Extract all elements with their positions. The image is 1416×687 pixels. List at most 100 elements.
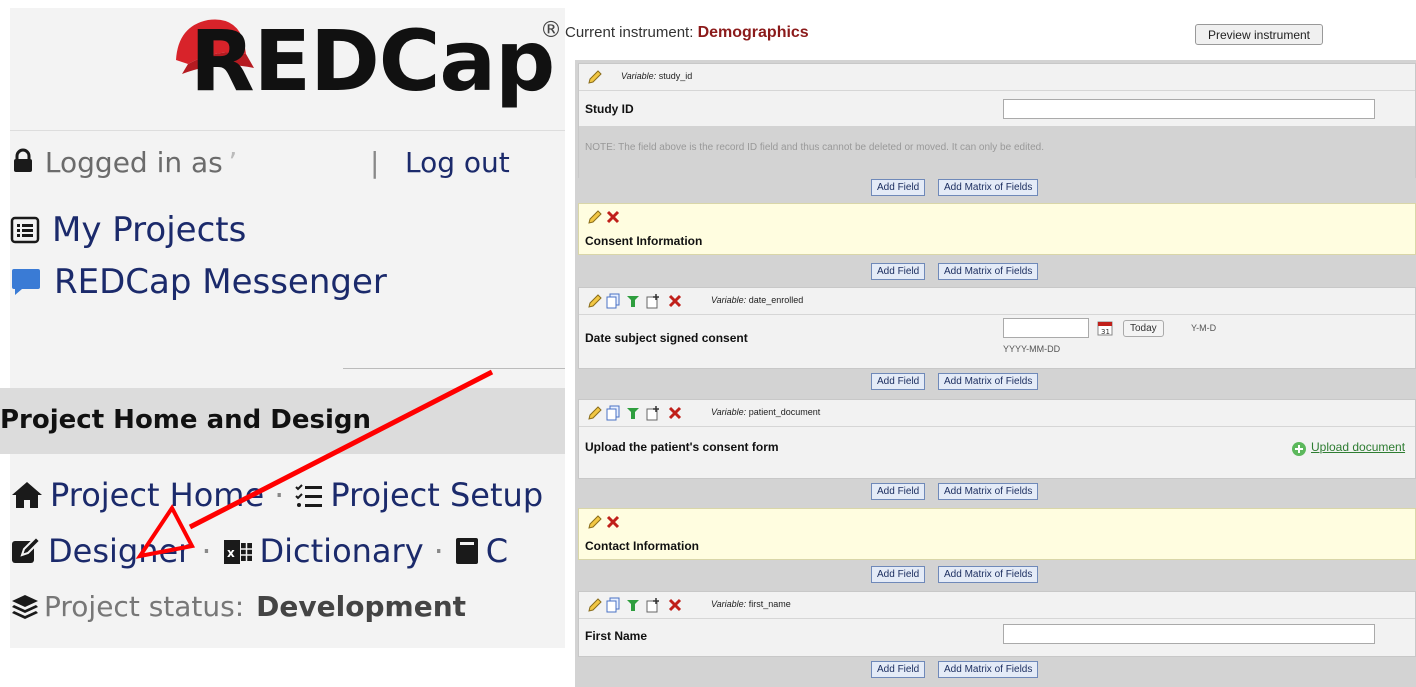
layers-icon: [12, 595, 38, 619]
logout-link[interactable]: Log out: [405, 146, 510, 179]
variable-label: Variable: study_id: [621, 71, 693, 81]
delete-icon[interactable]: [605, 209, 621, 225]
delete-icon[interactable]: [667, 405, 683, 421]
preview-instrument-button[interactable]: Preview instrument: [1195, 24, 1323, 45]
project-home-link[interactable]: Project Home: [50, 476, 264, 514]
calendar-icon[interactable]: 31: [1097, 320, 1113, 336]
checklist-icon: [295, 484, 323, 507]
date-format-label: YYYY-MM-DD: [1003, 344, 1061, 354]
pencil-icon[interactable]: [587, 69, 603, 85]
current-instrument-name: Demographics: [697, 24, 809, 41]
record-id-note: NOTE: The field above is the record ID f…: [585, 142, 1044, 153]
add-field-row: Add Field Add Matrix of Fields: [575, 566, 1416, 586]
field-label: Upload the patient's consent form: [585, 440, 779, 454]
messenger-label: REDCap Messenger: [54, 262, 387, 302]
pencil-icon[interactable]: [587, 293, 603, 309]
section-title: Project Home and Design: [0, 405, 372, 435]
add-field-row: Add Field Add Matrix of Fields: [575, 661, 1416, 681]
left-panel: REDCap ® Logged in as ’ | Log out My Pro…: [0, 0, 565, 687]
delete-icon[interactable]: [667, 597, 683, 613]
add-field-row: Add Field Add Matrix of Fields: [575, 179, 1416, 199]
project-status: Project status: Development: [10, 590, 466, 623]
field-label: Date subject signed consent: [585, 331, 748, 345]
project-setup-link[interactable]: Project Setup: [330, 476, 543, 514]
my-projects-link[interactable]: My Projects: [10, 210, 246, 250]
variable-label: Variable: patient_document: [711, 407, 821, 417]
date-input[interactable]: [1003, 318, 1089, 338]
field-header: Variable: date_enrolled: [579, 288, 1415, 315]
add-field-row: Add Field Add Matrix of Fields: [575, 263, 1416, 283]
field-block-study-id: Variable: study_id Study ID NOTE: The fi…: [578, 63, 1416, 179]
messenger-link[interactable]: REDCap Messenger: [10, 262, 387, 302]
my-projects-label: My Projects: [52, 210, 247, 250]
add-matrix-button[interactable]: Add Matrix of Fields: [938, 373, 1039, 390]
designer-link[interactable]: Designer: [48, 532, 191, 570]
add-field-button[interactable]: Add Field: [871, 179, 926, 196]
today-button[interactable]: Today: [1123, 320, 1164, 337]
status-label: Project status:: [44, 590, 245, 623]
section-header-icons: [579, 204, 1415, 226]
project-links-row-2: Designer · x Dictionary · C: [10, 532, 508, 570]
branching-logic-icon[interactable]: [625, 405, 641, 421]
delete-icon[interactable]: [605, 514, 621, 530]
current-instrument: Current instrument: Demographics: [565, 24, 809, 42]
study-id-input[interactable]: [1003, 99, 1375, 119]
copy-icon[interactable]: [605, 293, 621, 309]
add-field-button[interactable]: Add Field: [871, 566, 926, 583]
field-label: First Name: [585, 629, 648, 643]
add-field-row: Add Field Add Matrix of Fields: [575, 483, 1416, 503]
separator: |: [370, 146, 380, 179]
section-label: Contact Information: [585, 539, 699, 553]
svg-text:x: x: [227, 546, 235, 560]
current-instrument-label: Current instrument:: [565, 24, 694, 41]
add-field-button[interactable]: Add Field: [871, 263, 926, 280]
add-matrix-button[interactable]: Add Matrix of Fields: [938, 483, 1039, 500]
add-field-row: Add Field Add Matrix of Fields: [575, 373, 1416, 393]
dictionary-link[interactable]: Dictionary: [260, 532, 424, 570]
branching-logic-icon[interactable]: [625, 597, 641, 613]
edit-icon: [12, 535, 42, 563]
home-icon: [12, 482, 42, 508]
field-block-date-enrolled: Variable: date_enrolled Date subject sig…: [578, 287, 1416, 369]
add-matrix-button[interactable]: Add Matrix of Fields: [938, 179, 1039, 196]
move-field-icon[interactable]: [645, 293, 661, 309]
svg-text:31: 31: [1101, 328, 1110, 336]
logged-in-label: Logged in as: [44, 146, 223, 179]
pencil-icon[interactable]: [587, 405, 603, 421]
upload-document-link[interactable]: Upload document: [1311, 440, 1405, 454]
chat-bubble-icon: [12, 269, 40, 295]
add-matrix-button[interactable]: Add Matrix of Fields: [938, 263, 1039, 280]
add-circle-icon: [1292, 442, 1306, 456]
section-header-consent: Consent Information: [578, 203, 1416, 255]
copy-icon[interactable]: [605, 405, 621, 421]
divider: [343, 368, 565, 369]
book-icon: [455, 538, 478, 564]
pencil-icon[interactable]: [587, 597, 603, 613]
section-header-icons: [579, 509, 1415, 531]
copy-icon[interactable]: [605, 597, 621, 613]
registered-mark: ®: [540, 18, 562, 43]
add-matrix-button[interactable]: Add Matrix of Fields: [938, 661, 1039, 678]
move-field-icon[interactable]: [645, 597, 661, 613]
online-designer: Variable: study_id Study ID NOTE: The fi…: [575, 60, 1416, 687]
section-header-contact: Contact Information: [578, 508, 1416, 560]
section-label: Consent Information: [585, 234, 703, 248]
pencil-icon[interactable]: [587, 209, 603, 225]
excel-icon: x: [223, 540, 252, 564]
logged-in-text: Logged in as ’: [10, 146, 237, 186]
field-header: Variable: first_name: [579, 592, 1415, 619]
move-field-icon[interactable]: [645, 405, 661, 421]
add-field-button[interactable]: Add Field: [871, 373, 926, 390]
delete-icon[interactable]: [667, 293, 683, 309]
add-field-button[interactable]: Add Field: [871, 661, 926, 678]
pencil-icon[interactable]: [587, 514, 603, 530]
branching-logic-icon[interactable]: [625, 293, 641, 309]
list-icon: [10, 216, 40, 244]
first-name-input[interactable]: [1003, 624, 1375, 644]
codebook-link[interactable]: C: [486, 532, 508, 570]
field-header: Variable: patient_document: [579, 400, 1415, 427]
add-field-button[interactable]: Add Field: [871, 483, 926, 500]
add-matrix-button[interactable]: Add Matrix of Fields: [938, 566, 1039, 583]
redcap-logo[interactable]: REDCap ®: [168, 8, 562, 118]
field-header: Variable: study_id: [579, 64, 1415, 91]
